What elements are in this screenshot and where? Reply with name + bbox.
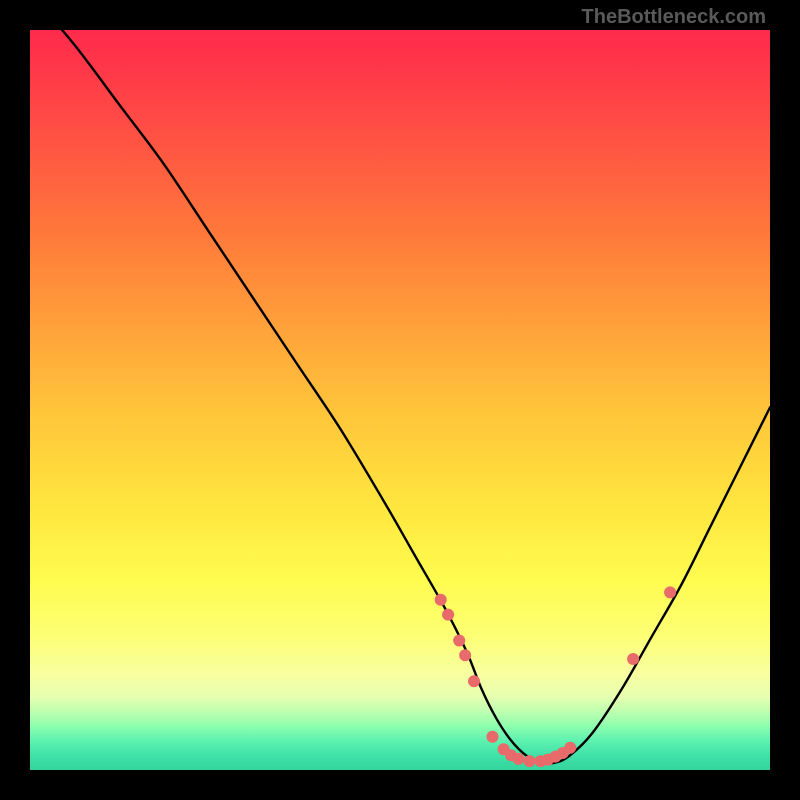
chart-frame: TheBottleneck.com bbox=[0, 0, 800, 800]
watermark-label: TheBottleneck.com bbox=[582, 6, 766, 29]
plot-gradient-background bbox=[30, 30, 770, 770]
